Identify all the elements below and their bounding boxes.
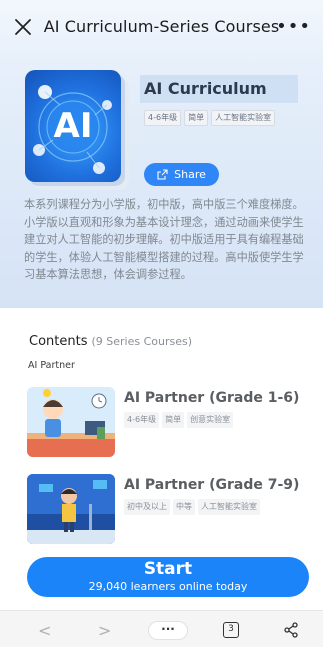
course-item-tag: 初中及以上 (124, 499, 170, 515)
course-item-tags: 初中及以上 中等 人工智能实验室 (124, 499, 264, 515)
start-button[interactable]: Start 29,040 learners online today (27, 557, 309, 597)
course-item-title: AI Partner (Grade 7-9) (124, 477, 300, 493)
browser-share-icon[interactable] (283, 622, 299, 638)
course-cover: AI (25, 70, 129, 190)
course-thumbnail (27, 387, 115, 457)
course-tags: 4-6年级 简单 人工智能实验室 (144, 110, 276, 126)
course-list-item[interactable]: AI Partner (Grade 7-9) 初中及以上 中等 人工智能实验室 (27, 474, 307, 544)
page: AI Curriculum-Series Courses ••• AI AI C… (0, 0, 323, 647)
share-label: Share (174, 168, 206, 181)
contents-heading: Contents (29, 334, 88, 349)
classroom-illustration (27, 387, 115, 457)
student-illustration (27, 474, 115, 544)
course-tag: 人工智能实验室 (211, 110, 276, 126)
learners-online-text: 29,040 learners online today (88, 580, 248, 593)
start-label: Start (143, 559, 193, 579)
share-icon (157, 169, 168, 180)
browser-toolbar: < > ··· 3 (0, 610, 323, 647)
course-item-tag: 人工智能实验室 (198, 499, 260, 515)
cover-text: AI (53, 106, 93, 146)
course-item-tags: 4-6年级 简单 创意实验室 (124, 412, 264, 428)
course-name: AI Curriculum (140, 75, 298, 103)
course-tag: 4-6年级 (144, 110, 182, 126)
cover-image: AI (25, 70, 121, 182)
course-item-title: AI Partner (Grade 1-6) (124, 390, 300, 406)
forward-icon[interactable]: > (98, 621, 111, 640)
browser-menu-button[interactable]: ··· (148, 621, 188, 640)
top-bar: AI Curriculum-Series Courses ••• (0, 0, 323, 52)
section-label: AI Partner (28, 360, 75, 371)
course-item-tag: 中等 (173, 499, 195, 515)
contents-title: Contents (9 Series Courses) (29, 334, 192, 349)
share-button[interactable]: Share (144, 163, 219, 186)
course-tag: 简单 (184, 110, 209, 126)
tabs-icon[interactable]: 3 (223, 622, 239, 638)
more-icon[interactable]: ••• (276, 18, 311, 36)
course-item-tag: 创意实验室 (187, 412, 234, 428)
course-item-tag: 简单 (162, 412, 185, 428)
page-title: AI Curriculum-Series Courses (43, 17, 280, 36)
course-thumbnail (27, 474, 115, 544)
course-description: 本系列课程分为小学版，初中版，高中版三个难度梯度。小学版以直观和形象为基本设计理… (24, 198, 304, 282)
course-item-tag: 4-6年级 (124, 412, 160, 428)
contents-count: (9 Series Courses) (91, 335, 193, 348)
course-list-item[interactable]: AI Partner (Grade 1-6) 4-6年级 简单 创意实验室 (27, 387, 307, 457)
back-icon[interactable]: < (38, 621, 51, 640)
